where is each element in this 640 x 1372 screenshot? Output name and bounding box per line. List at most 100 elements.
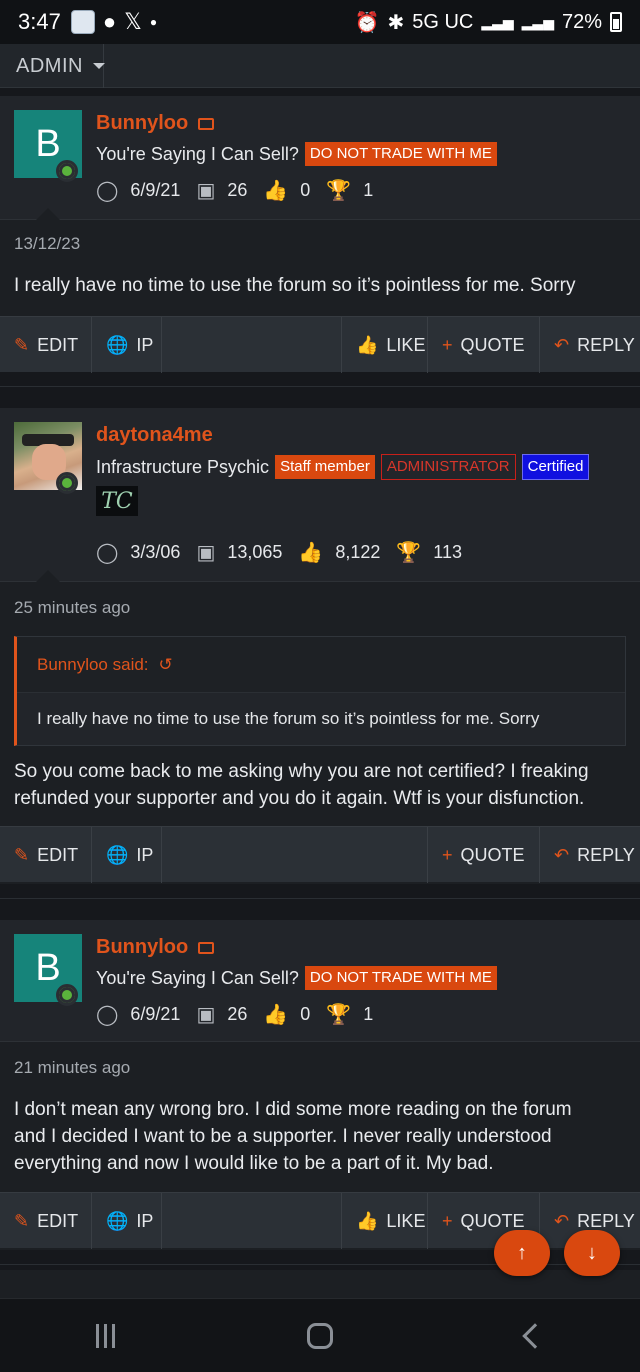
edit-button[interactable]: ✎ EDIT	[0, 827, 92, 883]
thumbs-up-icon: 👍	[263, 180, 289, 202]
administrator-badge: ADMINISTRATOR	[380, 454, 516, 480]
quote-header[interactable]: Bunnyloo said: ↺	[17, 637, 625, 693]
jump-to-quote-icon[interactable]: ↺	[159, 655, 173, 675]
status-bar: 3:47 ● 𝕏 ● ⏰ ✱ 5G UC ▂▃▅ ▂▃▅ 72%	[0, 0, 640, 44]
user-title: You're Saying I Can Sell? DO NOT TRADE W…	[96, 142, 497, 166]
do-not-trade-badge: DO NOT TRADE WITH ME	[304, 966, 497, 990]
points-count: 113	[433, 542, 462, 562]
alarm-icon: ⏰	[354, 11, 380, 34]
trophy-icon: 🏆	[396, 542, 422, 564]
post: B Bunnyloo You're Saying I Can Sell? DO …	[0, 96, 640, 373]
reply-icon: ↶	[554, 334, 570, 355]
post-actions: ✎ EDIT 🌐 IP 👍 LIKE + QUOTE ↶ REPLY	[0, 316, 640, 373]
points-count: 1	[363, 180, 374, 200]
user-title: You're Saying I Can Sell? DO NOT TRADE W…	[96, 966, 497, 990]
user-title-text: You're Saying I Can Sell?	[96, 143, 299, 164]
globe-icon: 🌐	[106, 334, 129, 355]
user-title-text: You're Saying I Can Sell?	[96, 967, 299, 988]
trophy-icon: 🏆	[326, 180, 352, 202]
user-stats: ◯ 6/9/21 ▣ 26 👍 0 🏆 1	[96, 1002, 389, 1027]
ip-button[interactable]: 🌐 IP	[92, 827, 162, 883]
ip-button[interactable]: 🌐 IP	[92, 1193, 162, 1249]
message-count: 26	[227, 180, 248, 200]
post-date[interactable]: 13/12/23	[14, 234, 80, 254]
quote-button[interactable]: + QUOTE	[428, 317, 540, 373]
reaction-count: 8,122	[335, 542, 381, 562]
messages-icon: ▣	[196, 1004, 216, 1026]
mail-icon[interactable]	[198, 941, 215, 954]
user-title: Infrastructure Psychic Staff member ADMI…	[96, 454, 590, 480]
trophy-icon: 🏆	[326, 1004, 352, 1026]
signal-icon-2: ▂▃▅	[521, 13, 554, 30]
recent-apps-icon[interactable]	[96, 1323, 116, 1348]
reaction-count: 0	[300, 180, 311, 200]
user-stats: ◯ 3/3/06 ▣ 13,065 👍 8,122 🏆 113	[96, 540, 478, 565]
reply-icon: ↶	[554, 844, 570, 865]
ip-button[interactable]: 🌐 IP	[92, 317, 162, 373]
pencil-icon: ✎	[14, 1210, 30, 1231]
x-icon: 𝕏	[124, 9, 142, 34]
username[interactable]: Bunnyloo	[96, 936, 215, 959]
globe-icon: 🌐	[106, 1210, 129, 1231]
like-button[interactable]: 👍 LIKE	[342, 317, 428, 373]
network-label: 5G UC	[412, 10, 474, 33]
chevron-down-icon	[92, 63, 105, 69]
post-message: I really have no time to use the forum s…	[14, 275, 576, 296]
user-stats: ◯ 6/9/21 ▣ 26 👍 0 🏆 1	[96, 178, 389, 203]
points-count: 1	[363, 1004, 374, 1024]
username[interactable]: daytona4me	[96, 424, 213, 447]
joined-date: 6/9/21	[130, 180, 181, 200]
edit-button[interactable]: ✎ EDIT	[0, 1193, 92, 1249]
battery-level: 72%	[561, 10, 602, 33]
joined-date: 3/3/06	[130, 542, 181, 562]
like-button[interactable]: 👍 LIKE	[342, 1193, 428, 1249]
bluetooth-icon: ✱	[387, 11, 405, 34]
post-actions: ✎ EDIT 🌐 IP + QUOTE ↶ REPLY	[0, 826, 640, 883]
quote-author[interactable]: Bunnyloo said:	[37, 655, 149, 675]
scroll-down-button[interactable]: ↓	[564, 1230, 620, 1276]
globe-icon: 🌐	[106, 844, 129, 865]
post: daytona4me Infrastructure Psychic Staff …	[0, 408, 640, 884]
user-icon: ◯	[96, 180, 119, 202]
signal-icon: ▂▃▅	[481, 13, 514, 30]
post-message: I don’t mean any wrong bro. I did some m…	[14, 1099, 572, 1174]
plus-icon: +	[442, 844, 453, 865]
quote-block: Bunnyloo said: ↺ I really have no time to…	[14, 636, 626, 746]
arrow-up-icon: ↑	[517, 1241, 527, 1264]
user-title-text: Infrastructure Psychic	[96, 456, 270, 477]
user-info: daytona4me Infrastructure Psychic Staff …	[0, 408, 640, 582]
quote-text: I really have no time to use the forum s…	[17, 693, 625, 745]
user-icon: ◯	[96, 1004, 119, 1026]
reply-button[interactable]: ↶ REPLY	[540, 827, 640, 883]
plus-icon: +	[442, 1210, 453, 1231]
user-info: B Bunnyloo You're Saying I Can Sell? DO …	[0, 96, 640, 220]
scroll-up-button[interactable]: ↑	[494, 1230, 550, 1276]
thumbs-up-icon: 👍	[263, 1004, 289, 1026]
post-message: So you come back to me asking why you ar…	[14, 761, 589, 809]
home-icon[interactable]	[307, 1322, 334, 1349]
post-date[interactable]: 25 minutes ago	[14, 598, 130, 618]
online-status-icon	[56, 472, 78, 494]
status-time: 3:47	[18, 9, 61, 34]
user-info: B Bunnyloo You're Saying I Can Sell? DO …	[0, 920, 640, 1042]
staff-member-badge: Staff member	[275, 455, 375, 479]
post-date[interactable]: 21 minutes ago	[14, 1058, 130, 1078]
mail-icon[interactable]	[198, 117, 215, 130]
user-icon: ◯	[96, 542, 119, 564]
pencil-icon: ✎	[14, 334, 30, 355]
admin-bar: ADMIN	[0, 44, 640, 88]
reaction-count: 0	[300, 1004, 311, 1024]
reply-button[interactable]: ↶ REPLY	[540, 317, 640, 373]
quote-button[interactable]: + QUOTE	[428, 827, 540, 883]
arrow-down-icon: ↓	[587, 1241, 597, 1264]
pencil-icon: ✎	[14, 844, 30, 865]
messages-icon: ▣	[196, 542, 216, 564]
username[interactable]: Bunnyloo	[96, 112, 215, 135]
thumbs-up-icon: 👍	[356, 334, 379, 355]
thumbs-up-icon: 👍	[356, 1210, 379, 1231]
back-icon[interactable]	[522, 1322, 548, 1349]
edit-button[interactable]: ✎ EDIT	[0, 317, 92, 373]
online-status-icon	[56, 984, 78, 1006]
app-notification-icon	[70, 10, 95, 34]
admin-menu[interactable]: ADMIN	[0, 44, 105, 88]
